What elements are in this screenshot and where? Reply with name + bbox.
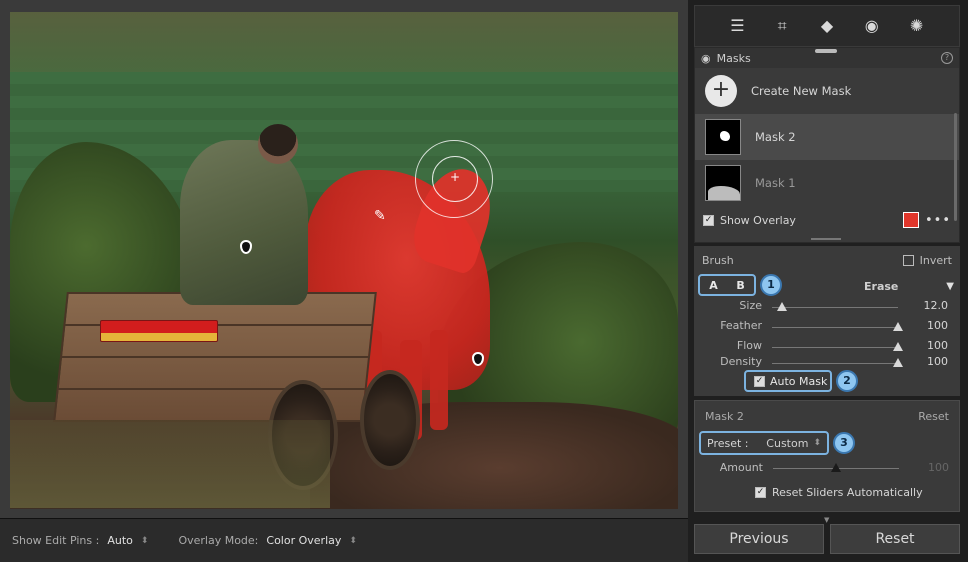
brush-cursor-plus-icon: + (449, 170, 461, 184)
chevron-updown-icon[interactable]: ⬍ (813, 438, 821, 448)
brush-title: Brush (702, 254, 734, 267)
feather-slider[interactable] (772, 327, 898, 328)
help-icon[interactable]: ? (941, 52, 953, 64)
invert-label: Invert (919, 254, 952, 267)
size-slider[interactable] (772, 307, 898, 308)
masks-panel: ◉ Masks ? + Create New Mask Mask 2 Mask … (694, 47, 960, 243)
mask-thumbnail (705, 119, 741, 155)
mask-label: Mask 2 (755, 130, 796, 144)
amount-label: Amount (719, 461, 763, 474)
size-value[interactable]: 12.0 (918, 299, 949, 312)
reset-sliders-checkbox[interactable]: ✓ (755, 487, 766, 498)
background-field (10, 12, 678, 72)
bottom-toolbar: Show Edit Pins : Auto ⬍ Overlay Mode: Co… (0, 518, 688, 562)
show-edit-pins-select[interactable]: Auto (107, 534, 133, 547)
preset-select[interactable]: Preset : Custom ⬍ (699, 431, 829, 455)
callout-badge: 3 (833, 432, 855, 454)
reset-button[interactable]: Reset (830, 524, 960, 554)
invert-checkbox[interactable] (902, 255, 914, 266)
feather-label: Feather (720, 319, 762, 332)
density-value[interactable]: 100 (918, 355, 948, 368)
create-new-mask-label: Create New Mask (751, 84, 852, 98)
plus-icon[interactable]: + (705, 75, 737, 107)
mask-label: Mask 1 (755, 176, 796, 190)
auto-mask-label: Auto Mask (770, 374, 828, 388)
flow-value[interactable]: 100 (918, 339, 948, 352)
masks-title: Masks (716, 51, 751, 65)
mask-settings-section: Mask 2 Reset Preset : Custom ⬍ 3 Amount … (694, 400, 960, 512)
brush-ab-selector[interactable]: A B (698, 274, 756, 296)
foreground-grass (10, 420, 330, 508)
mask-item-2[interactable]: Mask 2 (695, 114, 959, 160)
brush-b-button[interactable]: B (736, 279, 744, 292)
show-overlay-label: Show Overlay (720, 213, 796, 227)
amount-slider-thumb[interactable] (831, 463, 841, 472)
mask-thumbnail (705, 165, 741, 201)
amount-value[interactable]: 100 (919, 461, 949, 474)
masks-scrollbar[interactable] (954, 113, 957, 221)
eyedropper-icon: ✎ (374, 208, 386, 224)
auto-mask-checkbox[interactable]: ✓ (754, 375, 765, 387)
brush-section: Brush Invert A B 1 Erase ▼ Size 12.0 Fea… (694, 246, 960, 396)
mask-item-1[interactable]: Mask 1 (695, 160, 959, 206)
chevron-updown-icon[interactable]: ⬍ (349, 536, 357, 546)
feather-slider-thumb[interactable] (893, 322, 903, 331)
create-new-mask-button[interactable]: + Create New Mask (695, 68, 959, 114)
erase-label[interactable]: Erase (864, 280, 898, 293)
preset-value[interactable]: Custom (766, 437, 808, 450)
triangle-down-icon[interactable]: ▼ (824, 516, 829, 524)
show-overlay-checkbox[interactable]: ✓ (703, 214, 714, 226)
flow-slider[interactable] (772, 347, 898, 348)
density-label: Density (720, 355, 762, 368)
overlay-color-swatch[interactable] (902, 212, 919, 228)
mask-reset-button[interactable]: Reset (918, 410, 949, 423)
overlay-mode-label: Overlay Mode: (178, 534, 259, 547)
flow-slider-thumb[interactable] (893, 342, 903, 351)
tool-strip: ☰ ⌗ ◆ ◉ ✺ (694, 5, 960, 51)
flow-label: Flow (736, 339, 762, 352)
sliders-icon[interactable]: ☰ (725, 14, 749, 51)
size-slider-thumb[interactable] (777, 302, 788, 311)
reset-sliders-label: Reset Sliders Automatically (772, 486, 923, 499)
man-coat (180, 140, 308, 305)
density-slider-thumb[interactable] (893, 358, 903, 367)
size-label: Size (739, 299, 762, 312)
preset-label: Preset : (707, 436, 749, 450)
chevron-updown-icon[interactable]: ⬍ (141, 536, 149, 546)
triangle-down-icon[interactable]: ▼ (946, 281, 954, 292)
eraser-icon[interactable]: ◆ (815, 14, 839, 51)
eye-icon[interactable]: ◉ (701, 52, 711, 65)
panel-resize-handle[interactable] (811, 238, 841, 240)
callout-badge: 2 (836, 370, 858, 392)
callout-badge: 1 (760, 274, 782, 296)
man-head (258, 124, 298, 164)
previous-button[interactable]: Previous (694, 524, 824, 554)
right-panel: ☰ ⌗ ◆ ◉ ✺ ◉ Masks ? + Create New Mask Ma… (688, 0, 968, 562)
redeye-icon[interactable]: ◉ (860, 14, 884, 38)
auto-mask-toggle[interactable]: ✓ Auto Mask (744, 370, 832, 392)
density-slider[interactable] (772, 363, 898, 364)
overlay-mode-select[interactable]: Color Overlay (266, 534, 341, 547)
brush-a-button[interactable]: A (709, 279, 718, 292)
cart-reflector (100, 320, 218, 342)
more-options-icon[interactable]: ••• (925, 213, 951, 228)
show-edit-pins-label: Show Edit Pins : (12, 534, 100, 547)
show-overlay-row: ✓ Show Overlay ••• (695, 206, 959, 234)
photo-canvas-frame: + ✎ (0, 0, 688, 518)
horse-leg (430, 330, 448, 430)
mask-settings-title: Mask 2 (705, 410, 744, 423)
cart-wheel (360, 370, 420, 470)
crop-icon[interactable]: ⌗ (770, 14, 794, 51)
bottom-buttons: Previous Reset (694, 524, 960, 554)
panel-grabber[interactable] (815, 49, 837, 53)
feather-value[interactable]: 100 (918, 319, 948, 332)
masking-icon[interactable]: ✺ (905, 14, 929, 51)
